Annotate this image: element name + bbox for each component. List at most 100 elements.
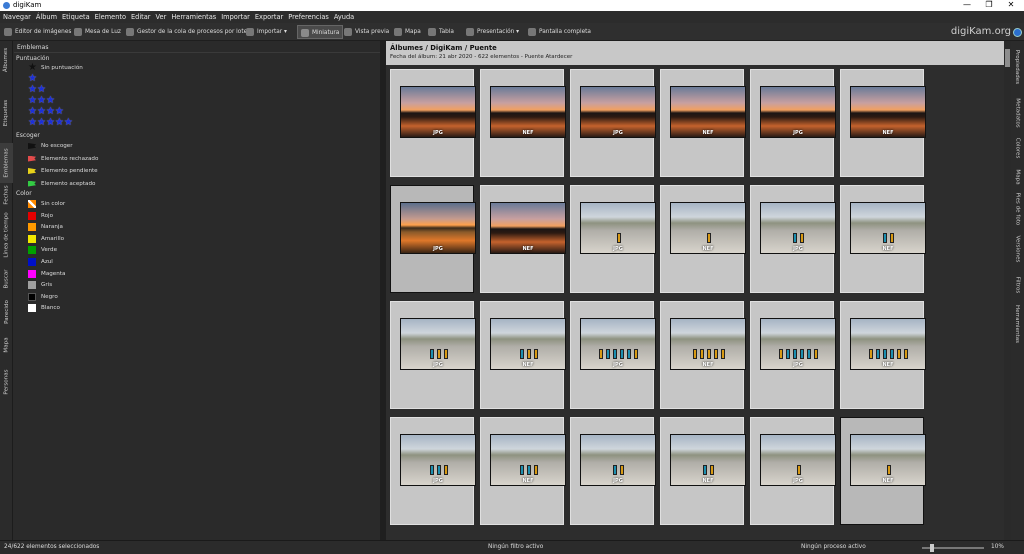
window-title: digiKam: [13, 1, 42, 9]
left-tab-1[interactable]: Etiquetas: [0, 93, 13, 133]
menu-importar[interactable]: Importar: [218, 11, 252, 23]
table-label: Tabla: [439, 29, 454, 35]
right-tab-6[interactable]: Filtros: [1011, 273, 1024, 297]
menu-editar[interactable]: Editar: [128, 11, 153, 23]
color-label-item[interactable]: Naranja: [28, 222, 63, 232]
rating-2-stars[interactable]: ★ ★: [28, 85, 46, 95]
album-header: Álbumes / DigiKam / Puente Fecha del álb…: [386, 41, 1004, 65]
rating-none[interactable]: ★ Sin puntuación: [28, 63, 83, 73]
left-tab-6[interactable]: Parecido: [0, 295, 13, 329]
left-tab-5[interactable]: Buscar: [0, 267, 13, 291]
right-tab-2[interactable]: Colores: [1011, 133, 1024, 163]
batch-queue-icon: [126, 27, 134, 36]
thumbnail-item[interactable]: JPG: [570, 301, 656, 409]
right-tab-7[interactable]: Herramientas: [1011, 301, 1024, 347]
thumbnail-item[interactable]: JPG: [750, 69, 836, 177]
thumbnail-item[interactable]: JPG: [750, 417, 836, 525]
menu-exportar[interactable]: Exportar: [252, 11, 285, 23]
minimize-button[interactable]: —: [956, 0, 978, 11]
close-button[interactable]: ✕: [1000, 0, 1022, 11]
left-tab-0[interactable]: Álbumes: [0, 41, 13, 79]
map-button[interactable]: Mapa: [394, 25, 421, 39]
menu-herramientas[interactable]: Herramientas: [168, 11, 218, 23]
left-tab-4[interactable]: Línea de tiempo: [0, 211, 13, 259]
color-label-item[interactable]: Blanco: [28, 303, 60, 313]
rating-5-stars[interactable]: ★ ★ ★ ★ ★: [28, 118, 73, 128]
pick-label-item[interactable]: No escoger: [28, 141, 73, 151]
thumbnail-item[interactable]: JPG: [570, 185, 656, 293]
right-tab-0[interactable]: Propiedades: [1011, 41, 1024, 93]
left-tab-8[interactable]: Personas: [0, 361, 13, 403]
color-label-item[interactable]: Azul: [28, 257, 53, 267]
thumbnail-item[interactable]: JPG: [390, 417, 476, 525]
color-label-item[interactable]: Amarillo: [28, 234, 64, 244]
format-badge: JPG: [793, 246, 803, 252]
pick-label-item[interactable]: Elemento rechazado: [28, 154, 98, 164]
color-label-text: Negro: [41, 293, 58, 300]
thumbnail-item[interactable]: NEF: [660, 69, 746, 177]
thumbnail-item[interactable]: JPG: [750, 185, 836, 293]
right-tab-5[interactable]: Versiones: [1011, 231, 1024, 267]
color-label-item[interactable]: Sin color: [28, 199, 65, 209]
menu-navegar[interactable]: Navegar: [0, 11, 33, 23]
fullscreen-button[interactable]: Pantalla completa: [528, 25, 591, 39]
maximize-button[interactable]: ❐: [978, 0, 1000, 11]
thumbnail-item[interactable]: JPG: [750, 301, 836, 409]
zoom-slider-handle[interactable]: [930, 544, 934, 552]
thumbnail-item[interactable]: JPG: [390, 301, 476, 409]
thumbnail-item[interactable]: NEF: [840, 301, 926, 409]
format-badge: JPG: [613, 246, 623, 252]
menu-album[interactable]: Álbum: [33, 11, 59, 23]
color-label-item[interactable]: Magenta: [28, 269, 65, 279]
left-tab-7[interactable]: Mapa: [0, 331, 13, 359]
right-tab-3[interactable]: Mapa: [1011, 167, 1024, 187]
thumbnail-item[interactable]: NEF: [840, 69, 926, 177]
thumbnail-item[interactable]: NEF: [840, 185, 926, 293]
preview-button[interactable]: Vista previa: [344, 25, 389, 39]
thumbnail-item[interactable]: NEF: [840, 417, 926, 525]
pick-label-item[interactable]: Elemento pendiente: [28, 166, 98, 176]
color-label-item[interactable]: Verde: [28, 245, 57, 255]
slideshow-button[interactable]: Presentación ▾: [466, 25, 519, 39]
batch-queue-button[interactable]: Gestor de la cola de procesos por lotes: [126, 25, 250, 39]
color-label-item[interactable]: Gris: [28, 280, 52, 290]
thumbnail-item[interactable]: JPG: [390, 69, 476, 177]
rating-3-stars[interactable]: ★ ★ ★: [28, 96, 55, 106]
import-button[interactable]: Importar ▾: [246, 25, 287, 39]
thumbnail-item[interactable]: NEF: [480, 301, 566, 409]
rating-1-stars[interactable]: ★: [28, 74, 37, 84]
menu-ayuda[interactable]: Ayuda: [331, 11, 356, 23]
pick-label-item[interactable]: Elemento aceptado: [28, 179, 95, 189]
thumbnail-item[interactable]: NEF: [480, 69, 566, 177]
thumbnail-item[interactable]: JPG: [570, 417, 656, 525]
right-tab-1[interactable]: Metadatos: [1011, 97, 1024, 129]
format-badge: JPG: [613, 362, 623, 368]
menu-elemento[interactable]: Elemento: [92, 11, 128, 23]
menu-ver[interactable]: Ver: [153, 11, 169, 23]
star-icon: ★: [28, 84, 37, 95]
thumbnail-item[interactable]: NEF: [480, 185, 566, 293]
thumbnail-item[interactable]: NEF: [660, 185, 746, 293]
rating-4-stars[interactable]: ★ ★ ★ ★: [28, 107, 64, 117]
thumbnail-item[interactable]: JPG: [390, 185, 476, 293]
thumbnail-item[interactable]: NEF: [480, 417, 566, 525]
thumbnail-item[interactable]: JPG: [570, 69, 656, 177]
image-editor-button[interactable]: Editor de imágenes: [4, 25, 71, 39]
color-label-item[interactable]: Negro: [28, 292, 58, 302]
left-tab-2[interactable]: Emblemas: [0, 143, 13, 183]
light-table-button[interactable]: Mesa de Luz: [74, 25, 121, 39]
table-button[interactable]: Tabla: [428, 25, 454, 39]
left-tab-3[interactable]: Fechas: [0, 181, 13, 209]
thumbnail-grid: JPG NEF JPG NEF JPG NEF JPG NEF JPG NEF JPG NEF JPG N…: [386, 67, 1004, 537]
main-toolbar: Editor de imágenes Mesa de Luz Gestor de…: [0, 23, 1024, 41]
thumbnail-item[interactable]: NEF: [660, 417, 746, 525]
color-label-item[interactable]: Rojo: [28, 211, 53, 221]
thumbnail-item[interactable]: NEF: [660, 301, 746, 409]
menu-preferencias[interactable]: Preferencias: [285, 11, 331, 23]
thumbnail-view-button[interactable]: Miniatura: [297, 25, 344, 39]
scrollbar-thumb[interactable]: [1005, 49, 1010, 67]
right-tab-4[interactable]: Pies de foto: [1011, 191, 1024, 227]
menu-etiqueta[interactable]: Etiqueta: [59, 11, 92, 23]
vertical-scrollbar[interactable]: [1004, 41, 1011, 540]
right-tab-label: Filtros: [1014, 276, 1021, 294]
